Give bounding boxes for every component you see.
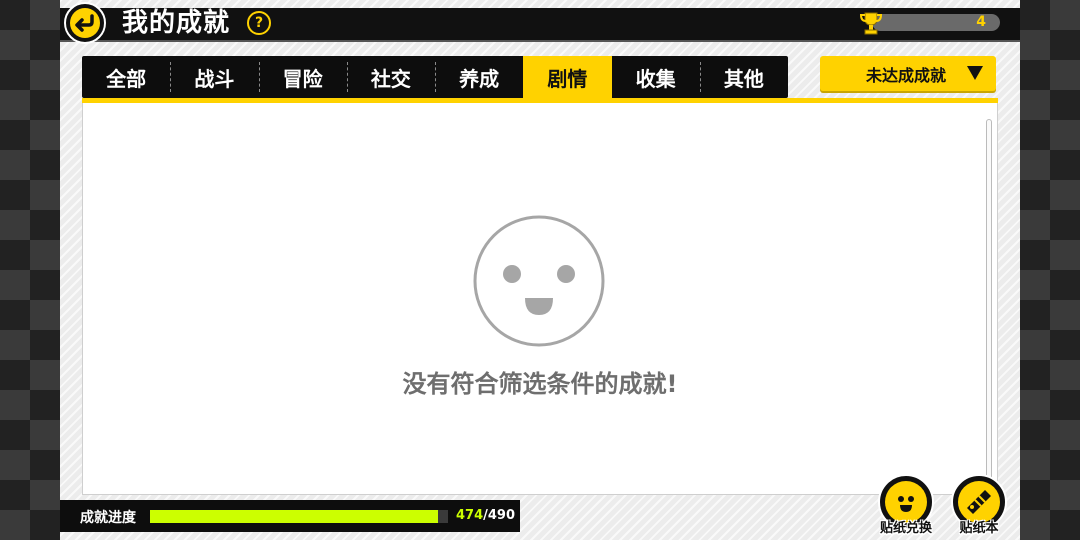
progress-current: 474 xyxy=(456,508,484,523)
achievement-progress: 成就进度 474/490 xyxy=(60,500,520,532)
tab-battle[interactable]: 战斗 xyxy=(170,56,258,98)
tab-social[interactable]: 社交 xyxy=(346,56,435,98)
header-divider xyxy=(60,40,1020,42)
progress-track xyxy=(150,510,448,523)
filter-selected-label: 未达成成就 xyxy=(866,65,947,85)
list-scrollbar[interactable] xyxy=(986,119,992,491)
progress-fill xyxy=(150,510,439,523)
left-side-pattern xyxy=(0,0,60,540)
help-icon[interactable]: ? xyxy=(247,11,271,35)
trophy-count: 4 xyxy=(976,14,986,30)
tab-adventure[interactable]: 冒险 xyxy=(258,56,347,98)
progress-count: 474/490 xyxy=(456,508,515,523)
filter-dropdown[interactable]: 未达成成就 xyxy=(820,56,996,91)
tab-all[interactable]: 全部 xyxy=(82,56,170,98)
dropdown-arrow-icon xyxy=(967,66,983,80)
page-title: 我的成就 xyxy=(122,8,231,38)
smiley-face-icon xyxy=(473,215,605,347)
back-button[interactable] xyxy=(64,2,106,44)
sticker-exchange-label: 贴纸兑换 xyxy=(879,521,932,536)
category-tabs: 全部 战斗 冒险 社交 养成 剧情 收集 其他 xyxy=(82,56,788,98)
tab-other[interactable]: 其他 xyxy=(699,56,788,98)
tab-cultivation[interactable]: 养成 xyxy=(435,56,523,98)
right-side-pattern xyxy=(1020,0,1080,540)
trophy-icon xyxy=(859,12,883,35)
back-arrow-icon xyxy=(70,8,100,38)
empty-state-message: 没有符合筛选条件的成就! xyxy=(402,370,678,398)
progress-label: 成就进度 xyxy=(80,510,136,526)
progress-total: 490 xyxy=(487,508,516,523)
tab-story[interactable]: 剧情 xyxy=(523,56,612,98)
sticker-book-label: 贴纸本 xyxy=(959,521,999,536)
tab-collection[interactable]: 收集 xyxy=(612,56,700,98)
